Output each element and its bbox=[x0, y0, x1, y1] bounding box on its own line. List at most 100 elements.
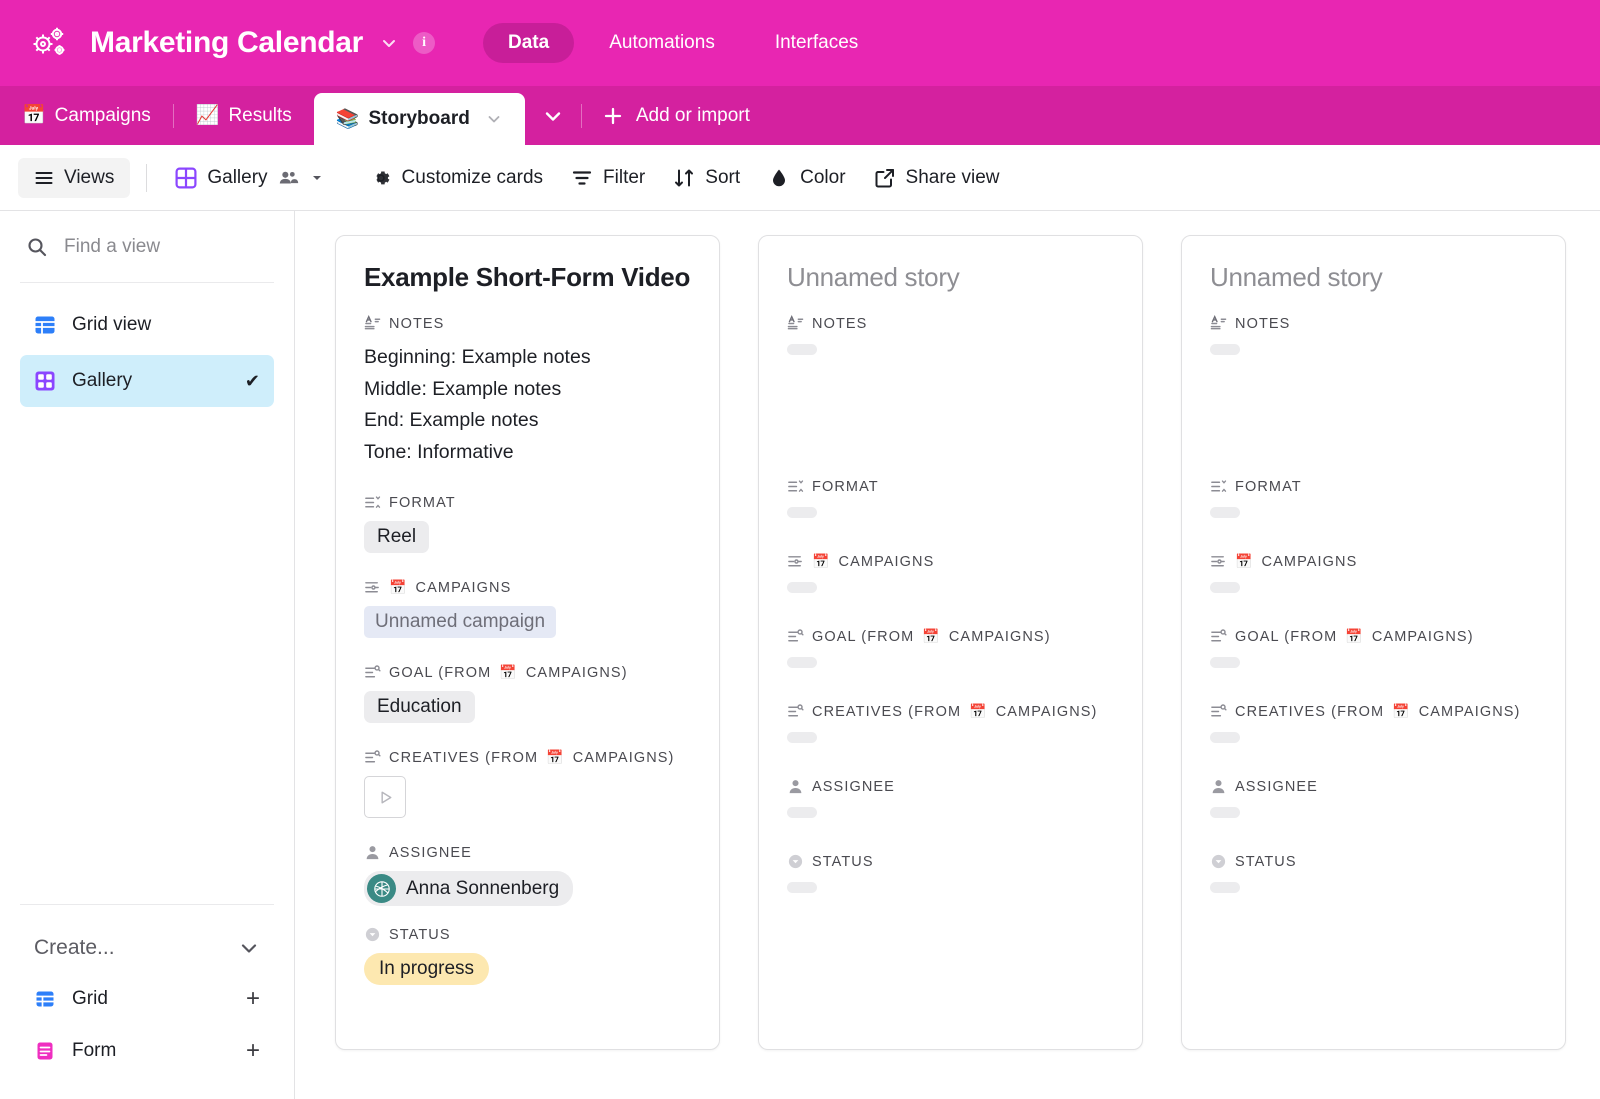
field-label-text: CREATIVES (FROM bbox=[812, 703, 962, 720]
field-label-text: GOAL (FROM bbox=[1235, 628, 1338, 645]
collaborators-icon[interactable] bbox=[278, 167, 300, 189]
field-label-text: CAMPAIGNS) bbox=[1418, 703, 1521, 720]
field-label-text: CAMPAIGNS bbox=[1261, 553, 1358, 570]
chevron-down-icon[interactable] bbox=[379, 33, 399, 53]
gallery-grid: Example Short-Form Video NOTES Beginning… bbox=[295, 211, 1600, 1099]
sidebar-item-grid-view[interactable]: Grid view bbox=[20, 299, 274, 351]
notes-line: End: Example notes bbox=[364, 409, 539, 432]
nav-tab-automations[interactable]: Automations bbox=[584, 23, 740, 63]
status-badge: In progress bbox=[364, 953, 490, 986]
calendar-emoji-icon: 📅 bbox=[1235, 553, 1254, 569]
gallery-card[interactable]: Example Short-Form Video NOTES Beginning… bbox=[335, 235, 720, 1050]
views-label: Views bbox=[64, 166, 115, 188]
view-list: Grid view Gallery ✔ bbox=[20, 283, 274, 411]
find-view-search[interactable]: Find a view bbox=[20, 211, 274, 283]
add-or-import-button[interactable]: Add or import bbox=[582, 86, 770, 145]
sort-button[interactable]: Sort bbox=[661, 159, 752, 197]
tab-campaigns[interactable]: 📅 Campaigns bbox=[0, 86, 173, 145]
chevron-down-icon[interactable] bbox=[485, 110, 503, 128]
share-view-button[interactable]: Share view bbox=[862, 159, 1012, 197]
chevron-down-icon[interactable] bbox=[238, 937, 260, 959]
field-label-status: STATUS bbox=[1210, 853, 1537, 870]
search-input[interactable]: Find a view bbox=[64, 236, 160, 258]
add-form-button[interactable]: + bbox=[246, 1039, 260, 1063]
plus-icon bbox=[602, 105, 624, 127]
gallery-icon bbox=[34, 370, 56, 392]
card-title: Example Short-Form Video bbox=[364, 262, 691, 292]
filter-label: Filter bbox=[603, 166, 646, 188]
customize-cards-button[interactable]: Customize cards bbox=[358, 159, 556, 197]
share-view-label: Share view bbox=[905, 166, 1000, 188]
campaign-link-pill[interactable]: Unnamed campaign bbox=[364, 606, 557, 639]
lookup-icon bbox=[364, 664, 381, 681]
lookup-icon bbox=[787, 703, 804, 720]
campaigns-placeholder bbox=[787, 580, 1114, 598]
gallery-card[interactable]: Unnamed story NOTES FORMAT 📅 CAMPAIGNS G… bbox=[1181, 235, 1566, 1050]
add-grid-button[interactable]: + bbox=[246, 987, 260, 1011]
field-label-notes: NOTES bbox=[1210, 315, 1537, 332]
field-label-text: GOAL (FROM bbox=[389, 664, 492, 681]
filter-button[interactable]: Filter bbox=[559, 159, 657, 197]
person-icon bbox=[787, 778, 804, 795]
lookup-icon bbox=[787, 628, 804, 645]
person-icon bbox=[364, 844, 381, 861]
field-label-text: CAMPAIGNS) bbox=[948, 628, 1051, 645]
field-label-text: STATUS bbox=[812, 853, 874, 870]
create-item-label: Grid bbox=[72, 988, 108, 1009]
tab-results[interactable]: 📈 Results bbox=[174, 86, 314, 145]
play-icon bbox=[376, 788, 395, 807]
tab-label: Storyboard bbox=[368, 108, 470, 129]
field-label-assignee: ASSIGNEE bbox=[1210, 778, 1537, 795]
field-label-campaigns: 📅 CAMPAIGNS bbox=[787, 553, 1114, 570]
calendar-emoji-icon: 📅 bbox=[22, 105, 46, 126]
field-label-text: FORMAT bbox=[812, 478, 879, 495]
assignee-pill[interactable]: Anna Sonnenberg bbox=[364, 871, 574, 907]
creatives-placeholder bbox=[787, 730, 1114, 748]
creatives-value bbox=[364, 776, 691, 819]
notes-line: Middle: Example notes bbox=[364, 377, 562, 400]
field-label-creatives: CREATIVES (FROM 📅 CAMPAIGNS) bbox=[364, 749, 691, 766]
gears-icon[interactable] bbox=[30, 23, 70, 63]
calendar-emoji-icon: 📅 bbox=[389, 579, 408, 596]
sidebar-item-gallery[interactable]: Gallery ✔ bbox=[20, 355, 274, 407]
goal-placeholder bbox=[1210, 655, 1537, 673]
color-button[interactable]: Color bbox=[756, 159, 857, 197]
tab-storyboard[interactable]: 📚 Storyboard bbox=[313, 93, 525, 145]
field-label-goal: GOAL (FROM 📅 CAMPAIGNS) bbox=[787, 628, 1114, 645]
current-view-button[interactable]: Gallery bbox=[163, 159, 335, 197]
books-emoji-icon: 📚 bbox=[335, 108, 360, 130]
field-label-text: CAMPAIGNS) bbox=[572, 749, 675, 766]
gallery-card[interactable]: Unnamed story NOTES FORMAT 📅 CAMPAIGNS G… bbox=[758, 235, 1143, 1050]
create-section-header[interactable]: Create... bbox=[20, 923, 274, 973]
select-circle-icon bbox=[787, 853, 804, 870]
field-label-text: NOTES bbox=[1235, 315, 1291, 332]
gear-icon bbox=[370, 167, 392, 189]
card-title: Unnamed story bbox=[787, 262, 960, 292]
field-label-text: CREATIVES (FROM bbox=[1235, 703, 1385, 720]
attachment-thumbnail[interactable] bbox=[364, 776, 406, 819]
calendar-emoji-icon: 📅 bbox=[499, 664, 518, 681]
create-section: Create... Grid + Form + bbox=[20, 904, 274, 1099]
sort-icon bbox=[673, 167, 695, 189]
linked-record-icon bbox=[1210, 553, 1227, 570]
single-select-icon bbox=[787, 478, 804, 495]
filter-icon bbox=[571, 167, 593, 189]
tabs-overflow-button[interactable] bbox=[525, 86, 581, 145]
empty-value-placeholder bbox=[1210, 732, 1240, 743]
empty-value-placeholder bbox=[1210, 582, 1240, 593]
info-icon[interactable]: i bbox=[413, 32, 436, 54]
assignee-placeholder bbox=[1210, 805, 1537, 823]
linked-record-icon bbox=[787, 553, 804, 570]
notes-line: Tone: Informative bbox=[364, 440, 514, 463]
nav-tab-data[interactable]: Data bbox=[483, 23, 575, 63]
nav-tab-interfaces[interactable]: Interfaces bbox=[750, 23, 883, 63]
chevron-down-icon[interactable] bbox=[310, 171, 324, 185]
create-grid-item[interactable]: Grid + bbox=[20, 973, 274, 1025]
views-button[interactable]: Views bbox=[18, 157, 131, 198]
empty-value-placeholder bbox=[787, 657, 817, 668]
linked-record-icon bbox=[364, 579, 381, 596]
field-label-text: NOTES bbox=[389, 315, 445, 332]
create-form-item[interactable]: Form + bbox=[20, 1025, 274, 1077]
format-placeholder bbox=[787, 505, 1114, 523]
empty-value-placeholder bbox=[787, 807, 817, 818]
